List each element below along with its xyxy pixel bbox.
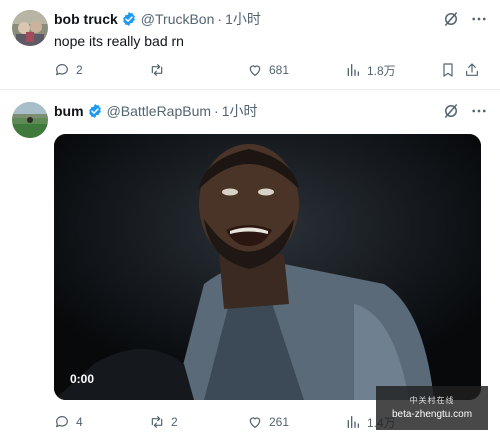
reply-count: 2 — [76, 63, 83, 77]
bookmark-button[interactable] — [440, 60, 456, 80]
retweet-button[interactable] — [149, 60, 171, 80]
reply-button[interactable]: 4 — [54, 412, 83, 432]
views-button[interactable]: 1.8万 — [345, 60, 396, 80]
post-text: nope its really bad rn — [54, 33, 184, 49]
heart-icon — [249, 65, 261, 76]
grok-icon[interactable] — [442, 102, 460, 120]
watermark-url-text: beta-zhengtu.com — [391, 409, 473, 420]
separator-dot: · — [217, 11, 223, 27]
like-button[interactable]: 261 — [247, 412, 289, 432]
separator-dot: · — [214, 103, 219, 119]
reply-icon — [56, 64, 68, 76]
avatar[interactable] — [12, 102, 48, 138]
bookmark-icon — [443, 63, 453, 77]
retweet-icon — [151, 416, 163, 428]
share-button[interactable] — [464, 60, 480, 80]
views-icon — [347, 416, 359, 428]
user-handle[interactable]: @TruckBon — [141, 11, 215, 27]
verified-badge-icon — [122, 12, 135, 26]
avatar[interactable] — [12, 10, 48, 46]
reply-icon — [56, 416, 68, 428]
views-icon — [347, 64, 359, 76]
video-player[interactable]: 0:00 — [54, 134, 481, 400]
reply-button[interactable]: 2 — [54, 60, 83, 80]
post-header: bob truck @TruckBon · 1小时 — [54, 10, 261, 28]
more-options-icon[interactable] — [470, 10, 488, 28]
reply-count: 4 — [76, 415, 83, 429]
post-header: bum @BattleRapBum · 1小时 — [54, 102, 258, 120]
share-icon — [466, 63, 478, 76]
view-count: 1.8万 — [367, 63, 396, 78]
like-count: 681 — [269, 63, 290, 77]
like-button[interactable]: 681 — [247, 60, 289, 80]
post-actions: 2 681 1.8万 — [54, 60, 490, 80]
site-watermark: 中关村在线 beta-zhengtu.com — [376, 386, 488, 430]
retweet-button[interactable]: 2 — [149, 412, 178, 432]
retweet-icon — [151, 64, 163, 76]
display-name[interactable]: bob truck — [54, 11, 118, 27]
watermark-top-text: 中关村在线 — [409, 396, 455, 405]
like-count: 261 — [269, 415, 290, 429]
user-handle[interactable]: @BattleRapBum — [107, 103, 211, 119]
grok-icon[interactable] — [442, 10, 460, 28]
verified-badge-icon — [88, 104, 101, 118]
retweet-count: 2 — [171, 415, 178, 429]
post-truckbon[interactable]: bob truck @TruckBon · 1小时 nope its reall… — [0, 0, 500, 90]
video-frame — [54, 134, 481, 400]
more-options-icon[interactable] — [470, 102, 488, 120]
display-name[interactable]: bum — [54, 103, 84, 119]
video-timestamp: 0:00 — [70, 372, 95, 386]
heart-icon — [249, 417, 261, 428]
post-time[interactable]: 1小时 — [225, 9, 261, 29]
post-time[interactable]: 1小时 — [222, 101, 258, 121]
